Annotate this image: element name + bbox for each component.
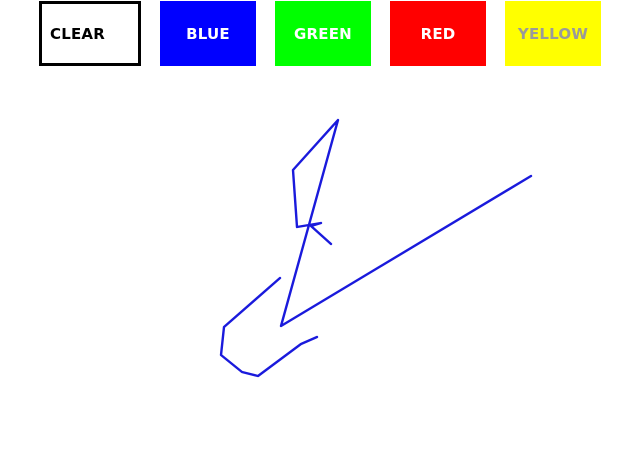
drawn-stroke — [219, 276, 319, 378]
clear-button[interactable]: CLEAR — [39, 1, 141, 66]
drawn-stroke — [279, 118, 533, 328]
color-toolbar: CLEAR BLUE GREEN RED YELLOW — [0, 0, 636, 70]
drawing-canvas[interactable] — [0, 0, 636, 471]
yellow-color-button[interactable]: YELLOW — [505, 1, 601, 66]
blue-color-button[interactable]: BLUE — [160, 1, 256, 66]
red-color-button[interactable]: RED — [390, 1, 486, 66]
drawing-surface[interactable] — [0, 0, 636, 471]
green-color-button[interactable]: GREEN — [275, 1, 371, 66]
